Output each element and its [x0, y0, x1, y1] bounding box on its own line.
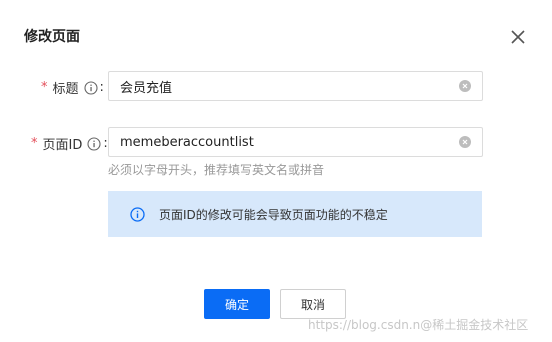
title-field-label-group: * 标题 : [41, 78, 104, 97]
warning-notice: 页面ID的修改可能会导致页面功能的不稳定 [108, 191, 482, 237]
page-id-input[interactable] [109, 128, 450, 156]
info-circle-icon[interactable] [87, 136, 101, 151]
confirm-button[interactable]: 确定 [204, 289, 270, 319]
required-mark: * [41, 80, 48, 95]
page-id-hint: 必须以字母开头，推荐填写英文名或拼音 [108, 163, 325, 177]
clear-circle-icon[interactable] [459, 136, 471, 148]
required-mark: * [31, 136, 38, 151]
watermark: https://blog.csdn.n@稀土掘金技术社区 [308, 318, 529, 332]
cancel-button[interactable]: 取消 [280, 289, 346, 319]
page-id-field-label-group: * 页面ID : [31, 134, 108, 153]
colon: : [99, 80, 104, 95]
title-input-box [108, 71, 483, 101]
clear-circle-icon[interactable] [459, 80, 471, 92]
notice-text: 页面ID的修改可能会导致页面功能的不稳定 [159, 207, 388, 222]
title-field-label: 标题 [52, 82, 79, 97]
dialog-title: 修改页面 [24, 29, 80, 45]
info-circle-icon [130, 206, 145, 222]
page-id-field-label: 页面ID [42, 138, 83, 153]
title-input[interactable] [109, 72, 450, 100]
edit-page-dialog: 修改页面 * 标题 : * 页面ID [0, 0, 552, 342]
info-circle-icon[interactable] [83, 80, 98, 95]
page-id-input-box [108, 127, 483, 157]
close-icon[interactable] [508, 27, 528, 47]
